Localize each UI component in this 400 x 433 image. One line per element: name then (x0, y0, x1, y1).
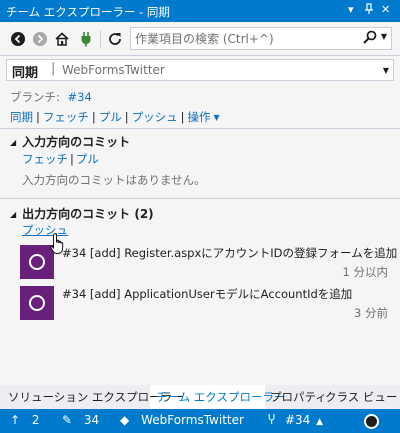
pencil-icon: ✎ (62, 413, 73, 427)
incoming-pull-link[interactable]: プル (76, 152, 99, 166)
collapse-triangle-icon[interactable]: ◢ (10, 138, 16, 147)
action-separator: | (180, 110, 185, 124)
tab-team-explorer[interactable]: チーム エクスプローラー (156, 389, 285, 405)
action-separator: | (91, 110, 96, 124)
incoming-empty-message: 入力方向のコミットはありません。 (22, 173, 206, 187)
status-branch-name: #34 (284, 413, 311, 427)
close-icon[interactable]: ✕ (381, 3, 390, 16)
pending-changes-count: 34 (83, 413, 100, 427)
commit-item[interactable]: #34 [add] Register.aspxにアカウントIDの登録フォームを追… (20, 245, 397, 283)
pending-changes[interactable]: ✎ 34 (62, 413, 99, 427)
action-separator: | (36, 110, 40, 124)
chevron-up-icon: ▲ (316, 417, 324, 427)
search-input[interactable] (135, 30, 355, 48)
outgoing-commits-title: 出力方向のコミット (2) (22, 207, 154, 221)
avatar (20, 245, 54, 279)
chevron-down-icon: ▼ (213, 113, 220, 122)
repository-name: WebFormsTwitter (141, 413, 244, 427)
branch-label: ブランチ: (10, 90, 60, 104)
action-separator: | (124, 110, 129, 124)
operations-label: 操作 (187, 110, 211, 124)
title-bar: チーム エクスプローラー - 同期 ▾ ✕ (0, 0, 400, 22)
incoming-links: フェッチ | プル (22, 151, 99, 167)
avatar (20, 286, 54, 320)
tab-class-view[interactable]: クラス ビュー (325, 389, 397, 405)
window-menu-dropdown-icon[interactable]: ▾ (348, 3, 354, 16)
search-icon[interactable] (363, 30, 377, 48)
page-header[interactable]: 同期 | WebFormsTwitter ▼ (6, 59, 394, 81)
operations-menu[interactable]: 操作 ▼ (188, 110, 220, 124)
page-menu-chevron-down-icon[interactable]: ▼ (383, 66, 389, 75)
page-title-separator: | (51, 61, 56, 76)
branch-indicator[interactable]: Ⴤ #34 ▲ (268, 413, 323, 427)
outgoing-commits-header[interactable]: ◢ 出力方向のコミット (2) (10, 205, 154, 222)
home-icon[interactable] (54, 31, 70, 47)
fetch-link[interactable]: フェッチ (43, 110, 89, 124)
plug-icon[interactable] (78, 31, 94, 47)
search-box[interactable]: ▼ (130, 27, 392, 50)
action-links: 同期 | フェッチ | プル | プッシュ | 操作 ▼ (10, 109, 220, 125)
hand-cursor-icon (50, 233, 64, 254)
notification-icon[interactable] (364, 414, 379, 429)
collapse-triangle-icon[interactable]: ◢ (10, 210, 16, 219)
page-subtitle: WebFormsTwitter (62, 63, 165, 77)
repository-indicator[interactable]: ◆ WebFormsTwitter (120, 413, 244, 427)
push-link[interactable]: プッシュ (132, 110, 178, 124)
arrow-up-count: 2 (31, 413, 40, 427)
branch-row: ブランチ: #34 (10, 89, 92, 105)
refresh-icon[interactable] (107, 31, 123, 47)
main-panel: 同期 | WebFormsTwitter ▼ ブランチ: #34 同期 | フェッチ… (0, 56, 400, 385)
commit-item[interactable]: #34 [add] ApplicationUserモデルにAccountIdを追… (20, 286, 390, 324)
commit-message: #34 [add] Register.aspxにアカウントIDの登録フォームを追… (62, 246, 398, 260)
search-options-chevron-down-icon[interactable]: ▼ (381, 32, 387, 41)
link-separator: | (70, 152, 74, 166)
tab-properties[interactable]: プロパティ (270, 389, 327, 405)
divider (0, 128, 400, 129)
commit-time: 1 分以内 (342, 265, 388, 279)
incoming-commits-title: 入力方向のコミット (22, 135, 131, 149)
window-title: チーム エクスプローラー - 同期 (6, 5, 170, 19)
toolbar: ▼ (0, 22, 400, 56)
git-repo-icon: ◆ (120, 413, 130, 427)
unpublished-commits[interactable]: ↑ 2 (10, 413, 40, 427)
status-bar: ↑ 2 ✎ 34 ◆ WebFormsTwitter Ⴤ #34 ▲ (0, 409, 400, 433)
incoming-fetch-link[interactable]: フェッチ (22, 152, 68, 166)
toolbar-divider (100, 30, 101, 48)
sync-link[interactable]: 同期 (10, 110, 33, 124)
divider (0, 198, 400, 199)
back-arrow-icon[interactable] (10, 31, 26, 47)
branch-icon: Ⴤ (268, 413, 276, 427)
arrow-up-icon: ↑ (10, 413, 21, 427)
pull-link[interactable]: プル (99, 110, 122, 124)
incoming-commits-header[interactable]: ◢ 入力方向のコミット (10, 133, 130, 150)
commit-time: 3 分前 (354, 306, 388, 320)
commit-message: #34 [add] ApplicationUserモデルにAccountIdを追… (62, 287, 353, 301)
page-title: 同期 (12, 66, 39, 81)
pin-icon[interactable] (364, 3, 374, 18)
forward-arrow-icon[interactable] (32, 31, 48, 47)
branch-link[interactable]: #34 (68, 90, 92, 104)
tool-window-tabs: ソリューション エクスプローラー チーム エクスプローラー プロパティ クラス … (0, 385, 400, 409)
